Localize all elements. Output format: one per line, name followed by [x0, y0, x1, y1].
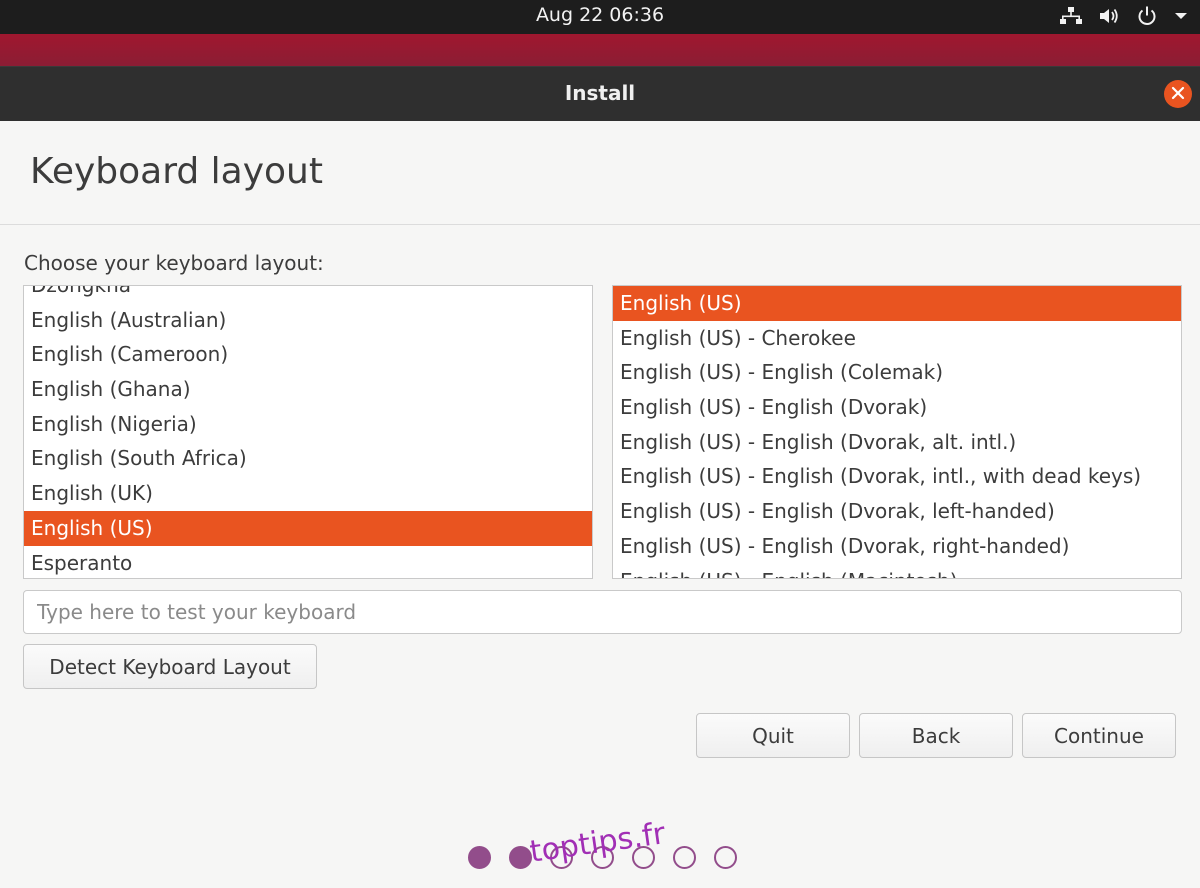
top-bar: Aug 22 06:36	[0, 0, 1200, 34]
window-title-bar[interactable]: Install	[0, 66, 1200, 121]
variant-list-item[interactable]: English (US) - Cherokee	[613, 321, 1181, 356]
layout-list-item[interactable]: English (UK)	[24, 476, 592, 511]
layout-list-item[interactable]: Esperanto	[24, 546, 592, 579]
variant-list-items: English (US) English (US) - Cherokee Engli…	[613, 286, 1181, 579]
continue-button[interactable]: Continue	[1022, 713, 1176, 758]
detect-layout-button[interactable]: Detect Keyboard Layout	[23, 644, 317, 689]
close-button[interactable]	[1164, 80, 1192, 108]
clock[interactable]: Aug 22 06:36	[0, 4, 1200, 26]
window-title: Install	[564, 81, 636, 105]
volume-icon[interactable]	[1098, 6, 1120, 26]
progress-dot	[673, 846, 696, 869]
header-divider	[0, 224, 1200, 225]
layout-list[interactable]: Dzongkha English (Australian) English (Cam…	[23, 285, 593, 579]
page-title: Keyboard layout	[30, 151, 323, 192]
power-icon[interactable]	[1136, 5, 1158, 27]
variant-list-item[interactable]: English (US) - English (Dvorak)	[613, 390, 1181, 425]
layout-list-item[interactable]: English (Ghana)	[24, 372, 592, 407]
network-icon[interactable]	[1060, 6, 1082, 26]
layout-list-items: Dzongkha English (Australian) English (Cam…	[24, 286, 592, 579]
choose-layout-label: Choose your keyboard layout:	[24, 251, 324, 275]
quit-button[interactable]: Quit	[696, 713, 850, 758]
variant-list-item[interactable]: English (US)	[613, 286, 1181, 321]
variant-list-item[interactable]: English (US) - English (Dvorak, alt. int…	[613, 425, 1181, 460]
back-button[interactable]: Back	[859, 713, 1013, 758]
progress-dot	[714, 846, 737, 869]
variant-list[interactable]: English (US) English (US) - Cherokee Engli…	[612, 285, 1182, 579]
layout-list-item[interactable]: English (Cameroon)	[24, 337, 592, 372]
desktop-background	[0, 34, 1200, 66]
keyboard-test-input[interactable]	[23, 590, 1182, 634]
progress-dot	[509, 846, 532, 869]
close-icon	[1171, 86, 1185, 103]
layout-list-item[interactable]: English (Nigeria)	[24, 407, 592, 442]
chevron-down-icon[interactable]	[1174, 11, 1188, 21]
variant-list-item[interactable]: English (US) - English (Colemak)	[613, 355, 1181, 390]
variant-list-item[interactable]: English (US) - English (Dvorak, right-ha…	[613, 529, 1181, 564]
installer-window: Keyboard layout Choose your keyboard lay…	[0, 121, 1200, 888]
layout-list-item[interactable]: English (US)	[24, 510, 592, 546]
variant-list-item[interactable]: English (US) - English (Dvorak, intl., w…	[613, 459, 1181, 494]
variant-list-item[interactable]: English (US) - English (Macintosh)	[613, 564, 1181, 579]
progress-dot	[468, 846, 491, 869]
variant-list-item[interactable]: English (US) - English (Dvorak, left-han…	[613, 494, 1181, 529]
layout-list-item[interactable]: English (Australian)	[24, 303, 592, 338]
layout-list-item[interactable]: Dzongkha	[24, 286, 592, 303]
system-tray[interactable]	[1060, 5, 1188, 27]
layout-list-item[interactable]: English (South Africa)	[24, 441, 592, 476]
